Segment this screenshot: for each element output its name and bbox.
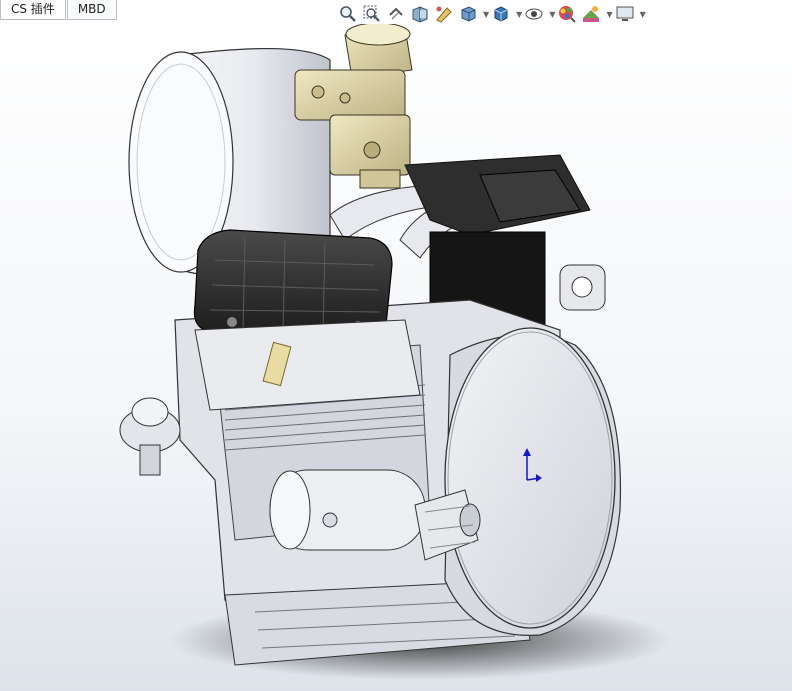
zoom-to-area-icon[interactable] bbox=[362, 4, 382, 24]
exhaust-port[interactable] bbox=[559, 264, 606, 311]
front-valve-cover[interactable] bbox=[193, 229, 393, 336]
cylinder-head[interactable] bbox=[194, 319, 421, 411]
starter-motor[interactable] bbox=[269, 469, 426, 551]
tab-mbd[interactable]: MBD bbox=[66, 0, 117, 20]
view-orientation-icon[interactable] bbox=[458, 4, 478, 24]
section-view-icon[interactable] bbox=[410, 4, 430, 24]
flywheel-cover[interactable] bbox=[444, 327, 622, 636]
edit-appearance-icon[interactable] bbox=[557, 4, 577, 24]
heads-up-view-toolbar: ▼ ▼ ▼ ▼ ▼ bbox=[338, 2, 648, 26]
tab-cs-plugin[interactable]: CS 插件 bbox=[0, 0, 66, 20]
display-style-icon[interactable] bbox=[491, 4, 511, 24]
apply-scene-caret[interactable]: ▼ bbox=[606, 10, 612, 19]
zoom-to-fit-icon[interactable] bbox=[338, 4, 358, 24]
view-settings-caret[interactable]: ▼ bbox=[640, 10, 646, 19]
previous-view-icon[interactable] bbox=[386, 4, 406, 24]
graphics-area[interactable] bbox=[0, 24, 792, 691]
dynamic-annotation-icon[interactable] bbox=[434, 4, 454, 24]
view-orientation-caret[interactable]: ▼ bbox=[483, 10, 489, 19]
display-style-caret[interactable]: ▼ bbox=[516, 10, 522, 19]
engine-model[interactable] bbox=[119, 24, 622, 666]
view-settings-icon[interactable] bbox=[615, 4, 635, 24]
hide-show-caret[interactable]: ▼ bbox=[549, 10, 555, 19]
apply-scene-icon[interactable] bbox=[581, 4, 601, 24]
hide-show-items-icon[interactable] bbox=[524, 4, 544, 24]
oil-pressure-sensor[interactable] bbox=[119, 397, 181, 476]
command-manager-tabs: CS 插件 MBD bbox=[0, 0, 118, 20]
